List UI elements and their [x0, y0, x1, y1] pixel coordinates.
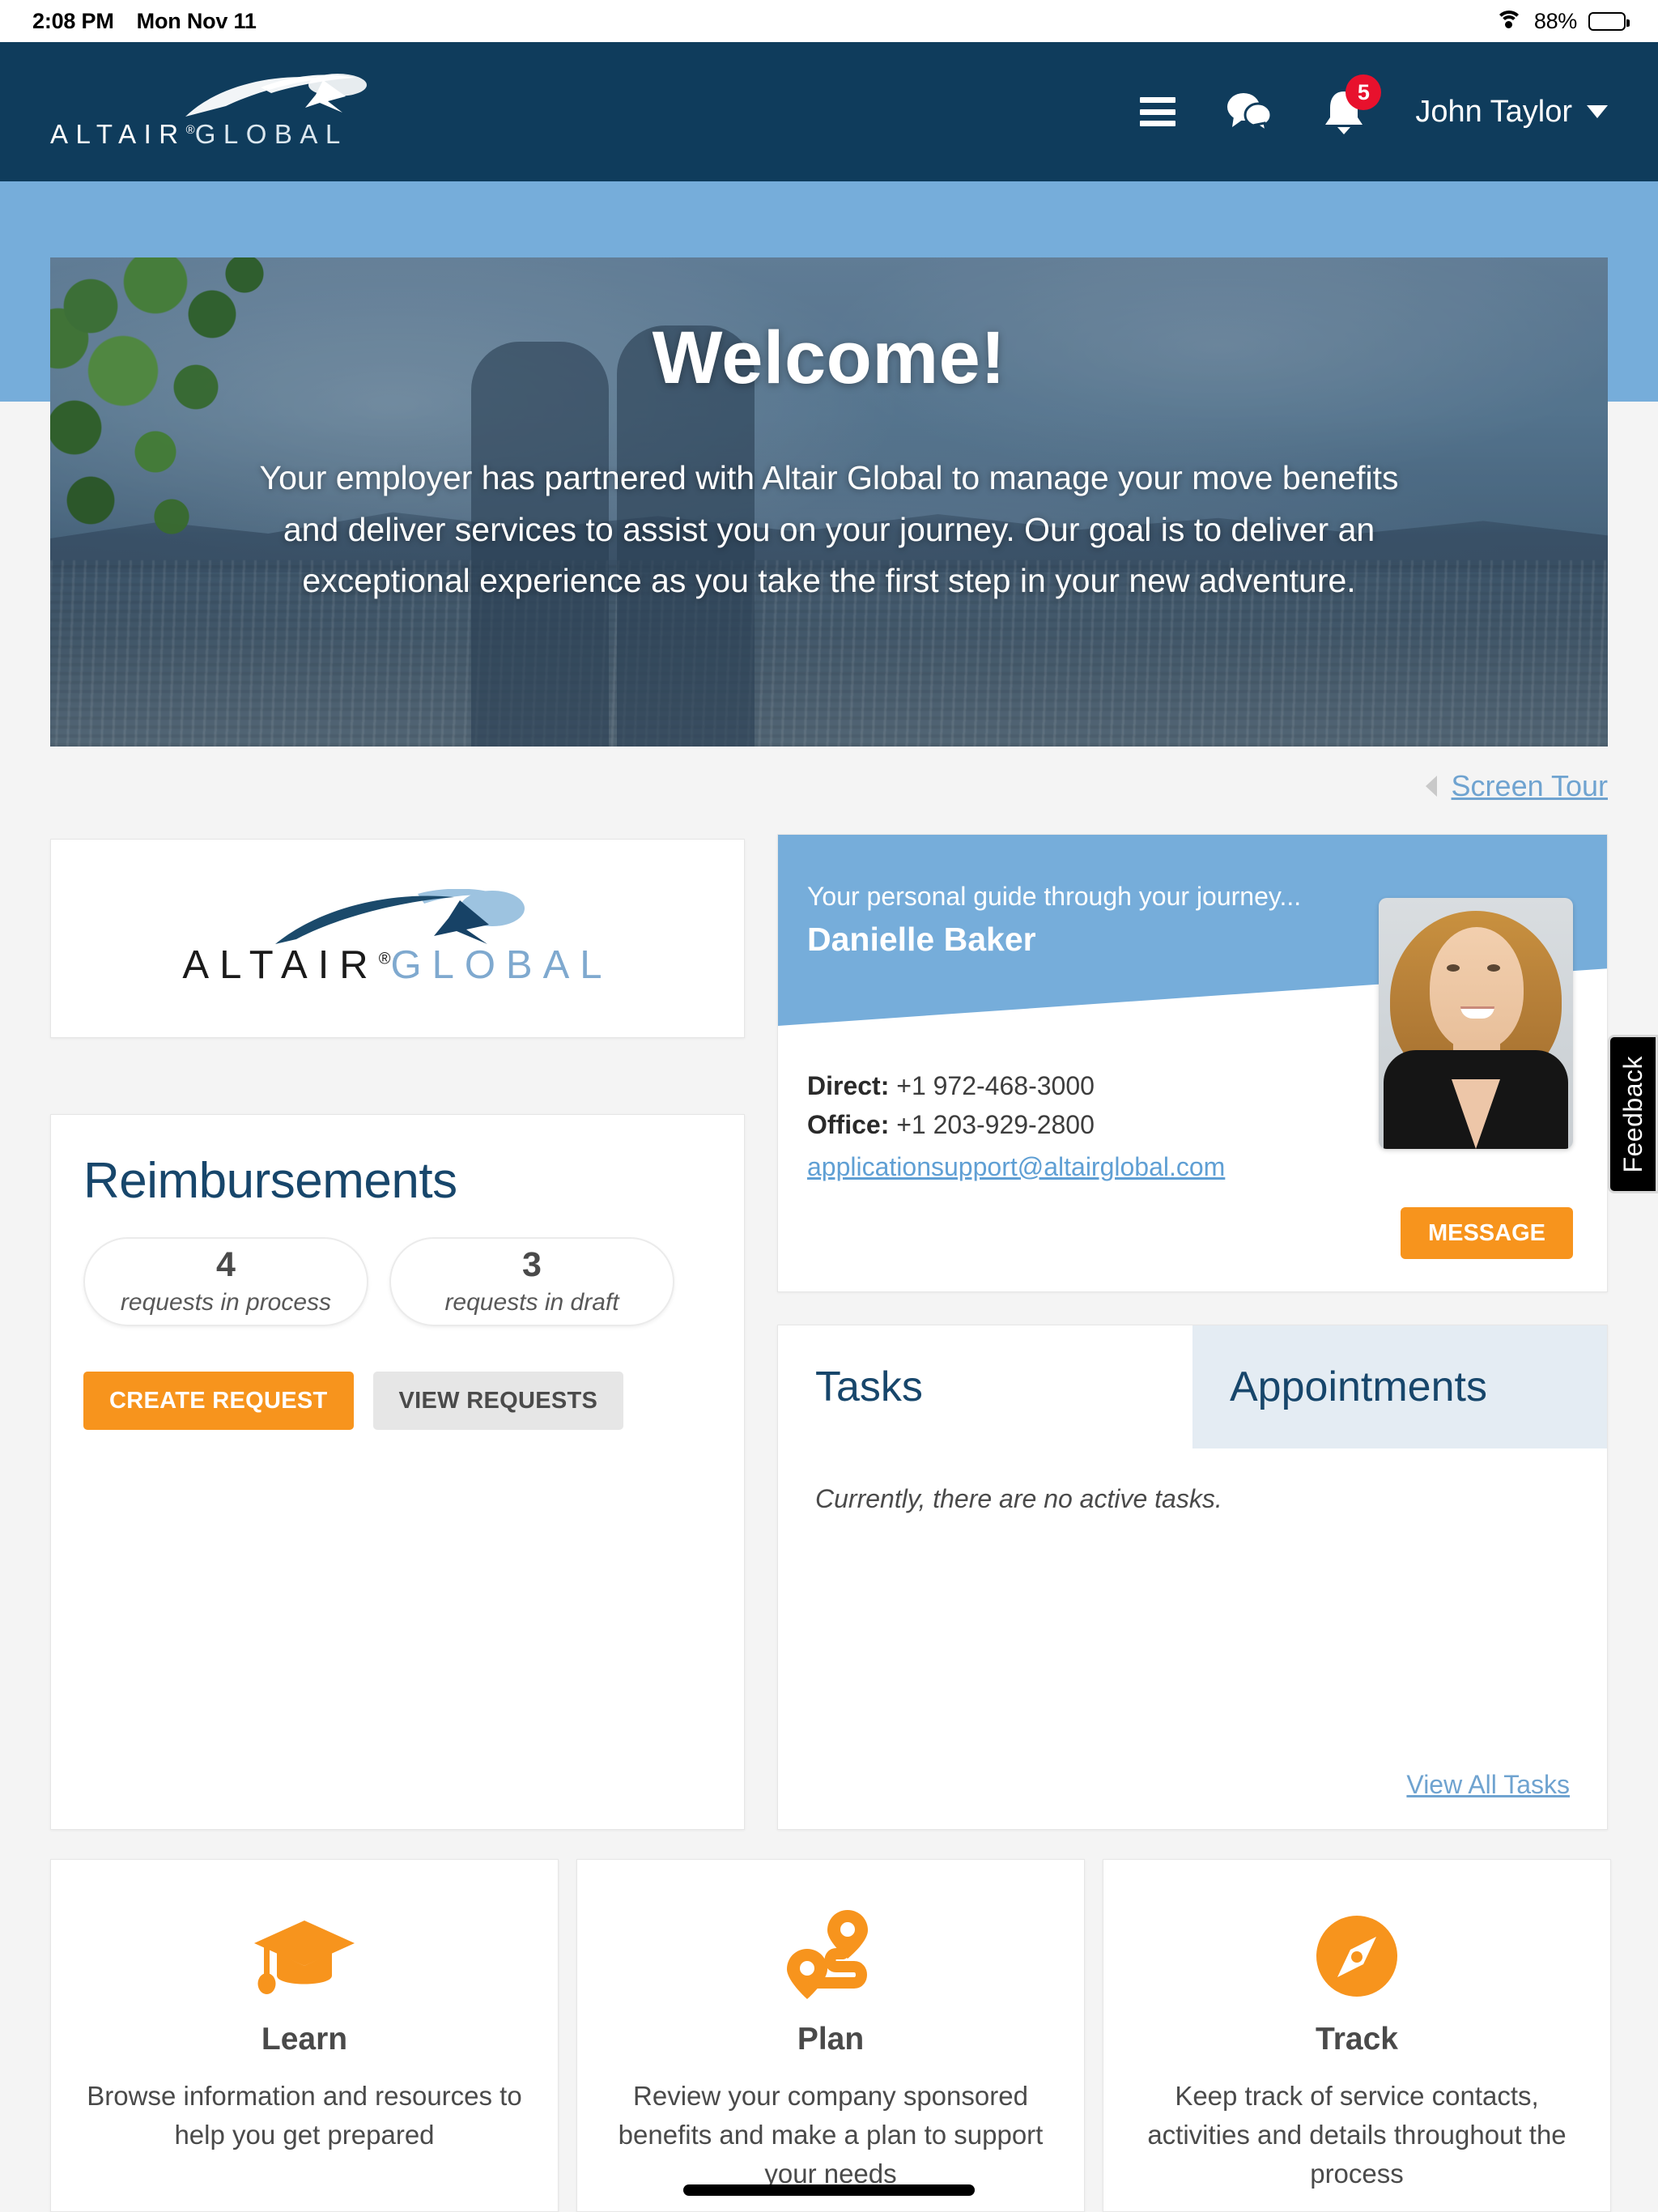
status-bar-time: 2:08 PM: [32, 8, 114, 33]
registered-mark: ®: [185, 123, 195, 137]
user-name-label: John Taylor: [1415, 94, 1572, 129]
avatar: [1379, 898, 1573, 1149]
guide-office-row: Office: +1 203-929-2800: [807, 1105, 1225, 1144]
guide-kicker-text: Your personal guide through your journey…: [807, 882, 1302, 911]
stat-requests-in-process[interactable]: 4 requests in process: [83, 1237, 368, 1326]
reimbursements-stats: 4 requests in process 3 requests in draf…: [83, 1237, 712, 1326]
hamburger-menu-icon[interactable]: [1140, 97, 1176, 126]
notification-count-badge: 5: [1346, 74, 1382, 110]
video-camera-icon: [1400, 772, 1437, 800]
battery-icon: [1588, 11, 1630, 31]
view-all-tasks-link[interactable]: View All Tasks: [1406, 1770, 1570, 1800]
status-bar-date: Mon Nov 11: [136, 8, 257, 33]
feedback-tab-button[interactable]: Feedback: [1608, 1035, 1658, 1193]
guide-name: Danielle Baker: [807, 921, 1036, 958]
registered-mark-card: ®: [378, 950, 391, 968]
guide-direct-label: Direct:: [807, 1071, 890, 1100]
feature-card-learn[interactable]: Learn Browse information and resources t…: [50, 1859, 559, 2212]
notification-bell-icon[interactable]: 5: [1323, 74, 1382, 135]
screen-tour-row[interactable]: Screen Tour: [1400, 769, 1608, 803]
view-requests-button[interactable]: VIEW REQUESTS: [372, 1372, 624, 1430]
guide-direct-row: Direct: +1 972-468-3000: [807, 1066, 1225, 1105]
feature-card-track[interactable]: Track Keep track of service contacts, ac…: [1103, 1859, 1611, 2212]
hero-title: Welcome!: [652, 317, 1006, 399]
altair-global-wordmark-card: ALTAIR®GLOBAL: [182, 942, 612, 988]
feature-title: Learn: [261, 2022, 348, 2057]
tasks-card: Tasks Appointments Currently, there are …: [777, 1325, 1608, 1830]
message-button[interactable]: MESSAGE: [1400, 1207, 1573, 1259]
feature-description: Browse information and resources to help…: [87, 2081, 522, 2150]
feedback-label: Feedback: [1618, 1055, 1647, 1173]
stat-value: 3: [522, 1244, 542, 1284]
feature-description: Keep track of service contacts, activiti…: [1147, 2081, 1567, 2189]
create-request-button[interactable]: CREATE REQUEST: [83, 1372, 354, 1430]
wordmark-global-card: GLOBAL: [390, 943, 613, 987]
personal-guide-card: Your personal guide through your journey…: [777, 834, 1608, 1292]
compass-icon: [1315, 1908, 1399, 2004]
app-header: ALTAIR®GLOBAL 5 John Taylor: [0, 42, 1658, 181]
ios-status-bar: 2:08 PM Mon Nov 11 88%: [0, 0, 1658, 42]
feature-title: Plan: [797, 2022, 865, 2057]
graduation-cap-icon: [253, 1908, 356, 2004]
wifi-icon: [1494, 11, 1523, 32]
header-nav: 5 John Taylor: [1140, 74, 1608, 135]
tasks-empty-message: Currently, there are no active tasks.: [815, 1484, 1222, 1513]
reimbursements-title: Reimbursements: [83, 1153, 457, 1209]
route-map-pins-icon: [786, 1908, 875, 2004]
tasks-body: Currently, there are no active tasks.: [778, 1448, 1607, 1550]
guide-direct-value: +1 972-468-3000: [896, 1071, 1095, 1100]
wordmark-global: GLOBAL: [194, 119, 348, 149]
guide-email-link[interactable]: applicationsupport@altairglobal.com: [807, 1147, 1225, 1186]
battery-percent-label: 88%: [1533, 8, 1577, 33]
app-screen: 2:08 PM Mon Nov 11 88% ALTAIR®GLOBAL 5 J…: [0, 0, 1658, 2212]
altair-global-logo-header[interactable]: ALTAIR®GLOBAL: [50, 74, 390, 150]
home-indicator[interactable]: [683, 2184, 975, 2196]
tab-appointments[interactable]: Appointments: [1192, 1325, 1607, 1448]
user-menu[interactable]: John Taylor: [1415, 95, 1608, 130]
altair-swoosh-icon: [184, 74, 390, 117]
stat-value: 4: [216, 1244, 236, 1284]
stat-requests-in-draft[interactable]: 3 requests in draft: [389, 1237, 674, 1326]
screen-tour-link[interactable]: Screen Tour: [1452, 769, 1608, 803]
chevron-down-icon: [1587, 105, 1608, 118]
guide-contact-details: Direct: +1 972-468-3000 Office: +1 203-9…: [807, 1066, 1225, 1186]
reimbursements-card: Reimbursements 4 requests in process 3 r…: [50, 1114, 745, 1830]
chat-bubbles-icon[interactable]: [1226, 91, 1273, 133]
feature-card-plan[interactable]: Plan Review your company sponsored benef…: [576, 1859, 1085, 2212]
guide-office-label: Office:: [807, 1110, 890, 1139]
feature-cards-row: Learn Browse information and resources t…: [50, 1859, 1611, 2212]
feature-description: Review your company sponsored benefits a…: [618, 2081, 1044, 2189]
hero-content: Welcome! Your employer has partnered wit…: [50, 257, 1608, 747]
stat-label: requests in process: [120, 1288, 332, 1316]
feature-title: Track: [1316, 2022, 1398, 2057]
status-bar-left: 2:08 PM Mon Nov 11: [32, 9, 257, 34]
tab-tasks[interactable]: Tasks: [778, 1325, 1192, 1448]
wordmark-altair-card: ALTAIR: [182, 943, 379, 987]
tasks-tab-bar: Tasks Appointments: [778, 1325, 1607, 1448]
reimbursements-actions: CREATE REQUEST VIEW REQUESTS: [83, 1372, 712, 1430]
guide-office-value: +1 203-929-2800: [896, 1110, 1095, 1139]
wordmark-altair: ALTAIR: [50, 119, 186, 149]
welcome-hero-banner: Welcome! Your employer has partnered wit…: [50, 257, 1608, 747]
altair-global-logo-card: ALTAIR®GLOBAL: [50, 839, 745, 1038]
hero-subtitle: Your employer has partnered with Altair …: [259, 459, 1399, 600]
altair-swoosh-icon-color: [272, 889, 596, 944]
status-bar-right: 88%: [1494, 8, 1630, 34]
stat-label: requests in draft: [444, 1288, 619, 1316]
altair-global-wordmark: ALTAIR®GLOBAL: [50, 119, 390, 150]
